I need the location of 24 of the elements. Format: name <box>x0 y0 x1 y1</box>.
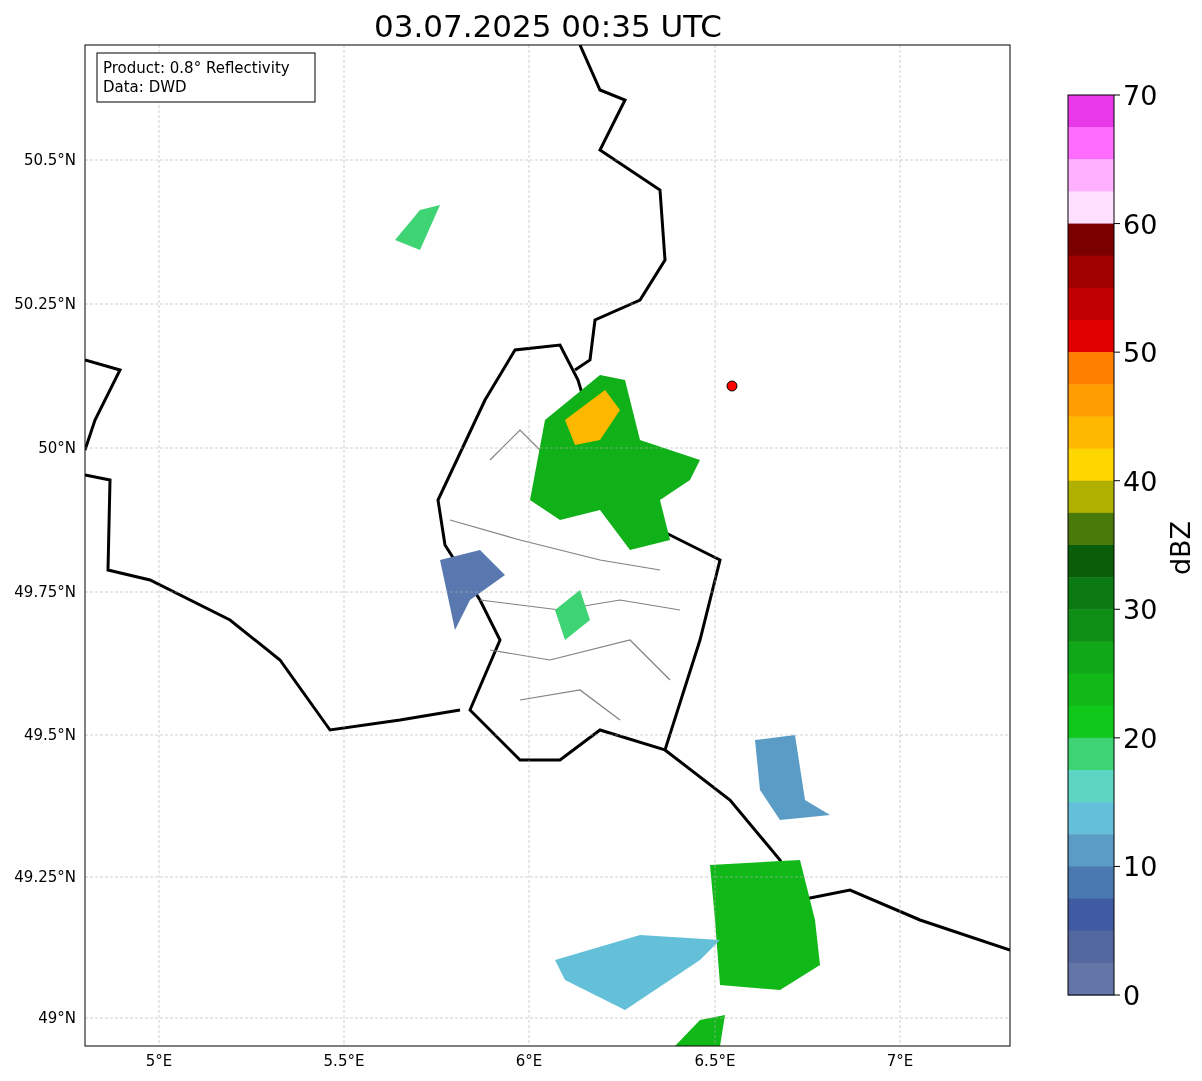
colorbar-tick-label: 60 <box>1123 208 1158 240</box>
latitude-label: 50.25°N <box>14 295 76 313</box>
chart-title: 03.07.2025 00:35 UTC <box>374 8 722 44</box>
colorbar-tick-label: 50 <box>1123 337 1158 369</box>
latitude-label: 49.5°N <box>23 726 76 744</box>
latitude-label: 49.75°N <box>14 583 76 601</box>
legend-text: Product: 0.8° Reflectivity <box>103 59 290 77</box>
colorbar-tick-label: 40 <box>1123 465 1158 497</box>
longitude-label: 6.5°E <box>694 1052 736 1070</box>
colorbar-label: dBZ <box>1165 520 1196 576</box>
colorbar-tick-label: 30 <box>1123 594 1158 626</box>
longitude-label: 5°E <box>145 1052 173 1070</box>
latitude-label: 49°N <box>38 1009 76 1027</box>
colorbar-tick-label: 20 <box>1123 722 1158 754</box>
longitude-label: 7°E <box>886 1052 914 1070</box>
latitude-label: 50.5°N <box>23 151 76 169</box>
latitude-label: 50°N <box>38 439 76 457</box>
colorbar-tick-label: 10 <box>1123 851 1158 883</box>
colorbar-tick-label: 0 <box>1123 980 1141 1011</box>
colorbar-tick-label: 70 <box>1123 80 1158 111</box>
legend-text: Data: DWD <box>103 78 187 96</box>
longitude-label: 5.5°E <box>323 1052 365 1070</box>
longitude-label: 6°E <box>515 1052 543 1070</box>
latitude-label: 49.25°N <box>14 868 76 886</box>
